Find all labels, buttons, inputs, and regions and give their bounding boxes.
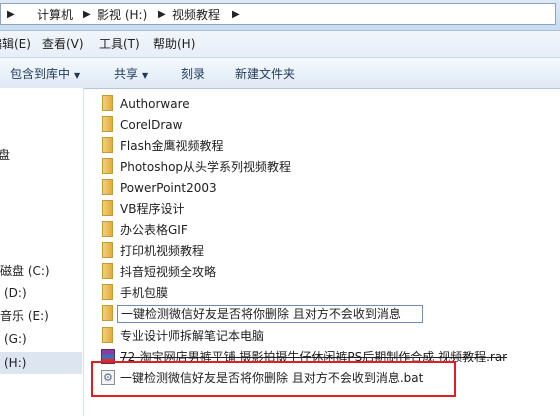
share-label: 共享 (114, 67, 139, 81)
nav-item-drive-g[interactable]: (G:) (4, 330, 27, 348)
address-bar: ▶ 计算机 ▶ 影视 (H:) ▶ 视频教程 ▶ (0, 0, 560, 31)
folder-icon (102, 221, 113, 237)
command-toolbar: 包含到库中 ▼ 共享 ▼ 刻录 新建文件夹 (0, 57, 560, 89)
nav-item-disk[interactable]: 盘 (0, 146, 10, 164)
menu-view[interactable]: 查看(V) (42, 36, 84, 52)
folder-icon (102, 95, 113, 111)
folder-icon (102, 200, 113, 216)
folder-icon (102, 116, 113, 132)
breadcrumb-computer[interactable]: 计算机 (37, 5, 73, 25)
rename-input[interactable]: 一键检测微信好友是否将你删除 且对方不会收到消息 (117, 305, 423, 323)
chevron-right-icon[interactable]: ▶ (158, 5, 166, 25)
include-in-library-button[interactable]: 包含到库中 ▼ (10, 66, 80, 84)
chevron-down-icon: ▼ (142, 71, 149, 80)
file-name: 打印机视频教程 (120, 244, 205, 258)
folder-icon (102, 284, 113, 300)
folder-icon (102, 305, 113, 321)
include-in-library-label: 包含到库中 (10, 67, 71, 81)
chevron-right-icon[interactable]: ▶ (232, 5, 240, 25)
folder-icon (102, 179, 113, 195)
file-name: CorelDraw (120, 118, 183, 132)
menu-help[interactable]: 帮助(H) (153, 36, 195, 52)
nav-item-drive-d[interactable]: (D:) (4, 284, 27, 302)
breadcrumb-drive-h[interactable]: 影视 (H:) (97, 5, 147, 25)
file-name: PowerPoint2003 (120, 181, 217, 195)
file-name: 手机包膜 (120, 286, 169, 300)
file-name: Flash金鹰视频教程 (120, 139, 224, 153)
highlight-annotation-box (91, 361, 456, 397)
burn-button[interactable]: 刻录 (181, 66, 205, 82)
folder-icon (102, 242, 113, 258)
new-folder-button[interactable]: 新建文件夹 (235, 66, 295, 82)
chevron-down-icon: ▼ (74, 71, 81, 80)
file-name: VB程序设计 (120, 202, 185, 216)
file-name: Authorware (120, 97, 190, 111)
file-name: 一键检测微信好友是否将你删除 且对方不会收到消息 (121, 307, 401, 321)
file-name: 办公表格GIF (120, 223, 188, 237)
address-box[interactable]: ▶ 计算机 ▶ 影视 (H:) ▶ 视频教程 ▶ (0, 3, 556, 25)
file-name: Photoshop从头学系列视频教程 (120, 160, 292, 174)
menu-edit[interactable]: 编辑(E) (0, 36, 31, 52)
folder-icon (102, 327, 113, 343)
chevron-right-icon[interactable]: ▶ (7, 5, 15, 25)
folder-icon (102, 137, 113, 153)
folder-icon (102, 158, 113, 174)
share-button[interactable]: 共享 ▼ (114, 66, 148, 84)
menu-bar: 编辑(E) 查看(V) 工具(T) 帮助(H) (0, 31, 560, 57)
file-name: 抖音短视频全攻略 (120, 265, 217, 279)
menu-tools[interactable]: 工具(T) (99, 36, 140, 52)
nav-item-drive-h[interactable]: (H:) (4, 354, 26, 372)
chevron-right-icon[interactable]: ▶ (83, 5, 91, 25)
breadcrumb-video-tutorials[interactable]: 视频教程 (172, 5, 220, 25)
navigation-pane: 盘 磁盘 (C:) (D:) 音乐 (E:) (G:) (H:) (0, 88, 84, 416)
nav-item-drive-c[interactable]: 磁盘 (C:) (0, 262, 50, 280)
nav-item-drive-e[interactable]: 音乐 (E:) (0, 307, 49, 325)
folder-icon (102, 263, 113, 279)
file-name: 专业设计师拆解笔记本电脑 (120, 329, 265, 343)
